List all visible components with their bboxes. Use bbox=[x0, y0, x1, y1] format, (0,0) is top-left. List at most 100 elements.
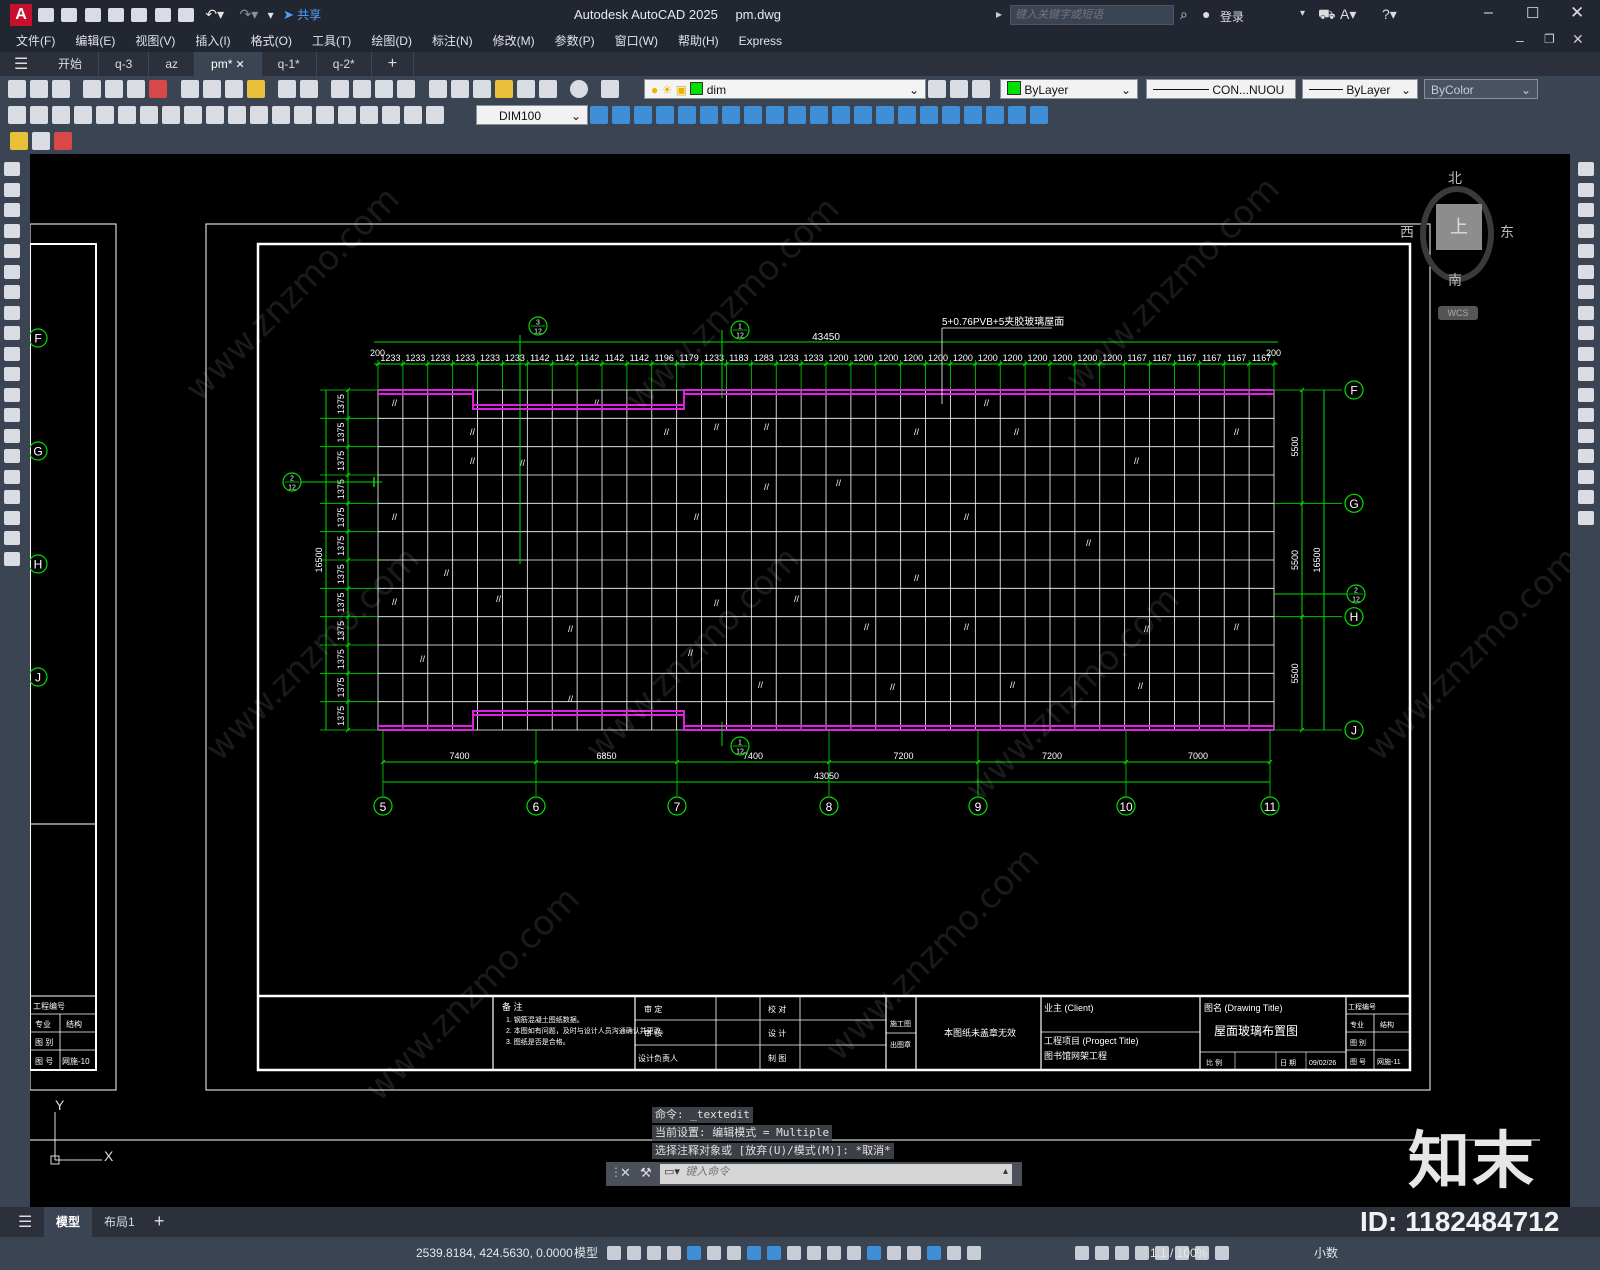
doc-tab[interactable]: pm* ✕ bbox=[195, 52, 262, 76]
dim-break-icon[interactable] bbox=[272, 106, 290, 124]
coordinates-readout[interactable]: 2539.8184, 424.5630, 0.0000 bbox=[412, 1237, 577, 1270]
dim-diameter-icon[interactable] bbox=[140, 106, 158, 124]
extend-icon[interactable] bbox=[810, 106, 828, 124]
cart-icon[interactable]: ⛟ bbox=[1318, 6, 1336, 25]
hatch-icon[interactable] bbox=[4, 449, 20, 463]
dim-linear-icon[interactable] bbox=[8, 106, 26, 124]
close-tab-icon[interactable]: ✕ bbox=[232, 59, 244, 71]
dynamic-input-icon[interactable] bbox=[667, 1246, 681, 1260]
copy-tool-icon[interactable] bbox=[1578, 182, 1594, 197]
markup-icon[interactable] bbox=[516, 80, 535, 98]
break-tool-icon[interactable] bbox=[1578, 408, 1594, 422]
new-tab-icon[interactable]: + bbox=[372, 52, 415, 76]
command-close-icon[interactable]: ✕ bbox=[620, 1165, 631, 1181]
infer-constraints-icon[interactable] bbox=[647, 1246, 661, 1260]
scale-tool-icon[interactable] bbox=[1578, 305, 1594, 320]
zoom-previous-icon[interactable] bbox=[397, 80, 416, 98]
grid-icon[interactable] bbox=[607, 1246, 621, 1260]
command-input[interactable] bbox=[683, 1165, 968, 1179]
insert-block-icon[interactable] bbox=[54, 132, 72, 150]
command-recent-icon[interactable]: ▭▾ bbox=[664, 1166, 680, 1178]
menu-item[interactable]: 绘图(D) bbox=[361, 30, 422, 52]
write-block-icon[interactable] bbox=[32, 132, 50, 150]
add-selected-icon[interactable] bbox=[4, 551, 20, 566]
3d-osnap-icon[interactable] bbox=[847, 1246, 861, 1260]
plotstyle-dropdown[interactable]: ByColor ⌄ bbox=[1424, 79, 1538, 99]
workspace-icon[interactable] bbox=[967, 1246, 981, 1260]
stretch-icon[interactable] bbox=[766, 106, 784, 124]
save-as-icon[interactable] bbox=[108, 8, 125, 22]
fillet-icon[interactable] bbox=[898, 106, 916, 124]
login-dropdown-icon[interactable]: ▾ bbox=[1300, 8, 1305, 19]
qnew-icon[interactable] bbox=[8, 80, 26, 98]
layer-dropdown[interactable]: ● ☀ ▣ dim ⌄ bbox=[644, 79, 926, 99]
ortho-icon[interactable] bbox=[687, 1246, 701, 1260]
menu-item[interactable]: 修改(M) bbox=[483, 30, 545, 52]
xline-icon[interactable] bbox=[4, 182, 20, 197]
lineweight-icon[interactable] bbox=[787, 1246, 801, 1260]
dim-aligned-icon[interactable] bbox=[30, 106, 48, 124]
command-input-box[interactable]: ▭▾ ▴ bbox=[660, 1164, 1012, 1184]
cut-icon[interactable] bbox=[180, 80, 199, 98]
close-icon[interactable]: ✕ bbox=[1570, 3, 1584, 23]
move-icon[interactable] bbox=[612, 106, 630, 124]
doc-tab[interactable]: 开始 bbox=[42, 52, 100, 76]
zoom-window-icon[interactable] bbox=[375, 80, 394, 98]
autodesk-a360-icon[interactable]: A▾ bbox=[1340, 6, 1356, 23]
dim-baseline-icon[interactable] bbox=[206, 106, 224, 124]
center-mark-icon[interactable] bbox=[316, 106, 334, 124]
undo-tb-icon[interactable] bbox=[278, 80, 297, 98]
table-icon[interactable] bbox=[4, 510, 20, 525]
draw-order-icon[interactable] bbox=[942, 106, 960, 124]
copy-icon[interactable] bbox=[202, 80, 221, 98]
dim-arc-icon[interactable] bbox=[52, 106, 70, 124]
new-file-icon[interactable] bbox=[38, 8, 54, 22]
model-space-toggle[interactable]: 模型 bbox=[570, 1237, 602, 1270]
dim-radius-icon[interactable] bbox=[96, 106, 114, 124]
menu-item[interactable]: 标注(N) bbox=[422, 30, 483, 52]
drawing-canvas[interactable]: 工程编号 专业 结构 图 别 图 号 网施-10 FGHJ //////////… bbox=[30, 154, 1570, 1207]
share-label[interactable]: 共享 bbox=[297, 8, 321, 22]
snap-mode-icon[interactable] bbox=[627, 1246, 641, 1260]
rectangle-icon[interactable] bbox=[4, 244, 20, 258]
qdim-icon[interactable] bbox=[184, 106, 202, 124]
minimize-icon[interactable]: – bbox=[1484, 4, 1493, 22]
annotation-visibility-icon[interactable] bbox=[927, 1246, 941, 1260]
layout-tab[interactable]: 布局1 bbox=[92, 1207, 147, 1237]
doc-restore-icon[interactable]: ❐ bbox=[1544, 32, 1555, 46]
command-customize-icon[interactable]: ⚒ bbox=[640, 1165, 652, 1181]
hatch-back-icon[interactable] bbox=[986, 106, 1004, 124]
annotation-scale[interactable]: 1:1 / 100% bbox=[1146, 1237, 1211, 1270]
menu-item[interactable]: 视图(V) bbox=[125, 30, 185, 52]
paste-icon[interactable] bbox=[224, 80, 243, 98]
calculator-icon[interactable] bbox=[538, 80, 557, 98]
app-logo[interactable]: A bbox=[10, 4, 32, 26]
matchprop-icon[interactable] bbox=[246, 80, 265, 98]
dimstyle-dropdown[interactable]: DIM100 ⌄ bbox=[476, 105, 588, 125]
viewcube-top-face[interactable]: 上 bbox=[1436, 204, 1482, 250]
plot-toolbar-icon[interactable] bbox=[83, 80, 102, 98]
menu-item[interactable]: 插入(I) bbox=[185, 30, 240, 52]
publish-icon[interactable] bbox=[127, 80, 146, 98]
rotate-tool-icon[interactable] bbox=[1578, 285, 1594, 299]
chamfer-tool-icon[interactable] bbox=[1578, 449, 1594, 463]
object-snap-icon[interactable] bbox=[767, 1246, 781, 1260]
chevron-right-icon[interactable]: ▸ bbox=[996, 7, 1002, 21]
offset-icon[interactable] bbox=[700, 106, 718, 124]
join-icon[interactable] bbox=[854, 106, 872, 124]
undo-icon[interactable]: ↶▾ bbox=[205, 6, 224, 22]
dim-continue-icon[interactable] bbox=[228, 106, 246, 124]
lineweight-dropdown[interactable]: ByLayer ⌄ bbox=[1302, 79, 1418, 99]
redo-icon[interactable]: ↷▾ bbox=[240, 6, 259, 22]
text-front-icon[interactable] bbox=[964, 106, 982, 124]
blend-tool-icon[interactable] bbox=[1578, 490, 1594, 504]
spline-icon[interactable] bbox=[4, 326, 20, 340]
scale-icon[interactable] bbox=[744, 106, 762, 124]
mirror-tool-icon[interactable] bbox=[1578, 203, 1594, 217]
menu-item[interactable]: Express bbox=[729, 30, 792, 52]
selection-cycling-icon[interactable] bbox=[827, 1246, 841, 1260]
point-icon[interactable] bbox=[4, 428, 20, 443]
qsave-icon[interactable] bbox=[52, 80, 70, 98]
linetype-dropdown[interactable]: CON...NUOU ⌄ bbox=[1146, 79, 1296, 117]
bring-above-icon[interactable] bbox=[1008, 106, 1026, 124]
